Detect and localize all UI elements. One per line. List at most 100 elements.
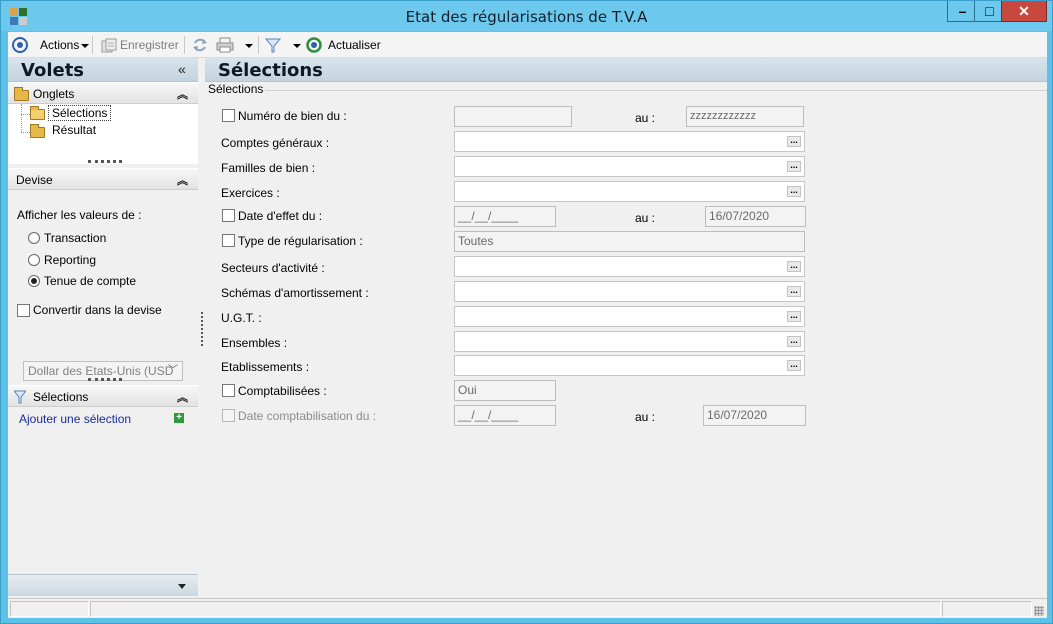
fiscal-years-input[interactable]: ... [454, 181, 805, 202]
fiscal-years-label: Exercices : [221, 186, 280, 200]
title-bar[interactable]: Etat des régularisations de T.V.A – □ ✕ [1, 1, 1052, 31]
activity-sectors-input[interactable]: ... [454, 256, 805, 277]
regularisation-type-select[interactable]: Toutes [454, 231, 805, 252]
collapse-section-icon[interactable]: ︽ [177, 86, 188, 102]
posting-date-to-input[interactable]: 16/07/2020 [703, 405, 806, 426]
tree-connector [21, 104, 22, 132]
panel-bottom-bar[interactable] [8, 574, 198, 596]
filter-dropdown-icon[interactable] [293, 44, 301, 48]
posted-select[interactable]: Oui [454, 380, 556, 401]
posting-date-from-input[interactable]: __/__/____ [454, 405, 556, 426]
minimize-icon: – [958, 3, 967, 19]
open-folder-icon [30, 106, 45, 120]
to-label: au : [635, 211, 656, 225]
currency-select-value: Dollar des Etats-Unis (USD [28, 364, 174, 378]
browse-button[interactable]: ... [787, 336, 801, 347]
group-label: Sélections [208, 82, 266, 96]
app-window: Etat des régularisations de T.V.A – □ ✕ … [0, 0, 1053, 624]
refresh-icon [306, 37, 322, 53]
radio-transaction[interactable] [28, 232, 40, 244]
browse-button[interactable]: ... [787, 311, 801, 322]
asset-number-checkbox[interactable] [222, 109, 235, 122]
activity-sectors-label: Secteurs d'activité : [221, 261, 325, 275]
main-panel: Sélections Sélections Numéro de bien du … [205, 58, 1047, 598]
print-dropdown-icon[interactable] [245, 44, 253, 48]
resize-grip[interactable] [88, 378, 122, 381]
maximize-icon: □ [985, 3, 994, 19]
add-icon[interactable]: + [174, 413, 184, 423]
convert-currency-checkbox[interactable] [17, 304, 30, 317]
establishments-input[interactable]: ... [454, 355, 805, 376]
sets-label: Ensembles : [221, 336, 288, 350]
close-icon: ✕ [1018, 3, 1030, 19]
browse-button[interactable]: ... [787, 261, 801, 272]
posting-date-checkbox[interactable] [222, 409, 235, 422]
client-area: Actions Enregistrer Actualiser Volets « … [8, 32, 1047, 618]
asset-number-to-input[interactable]: zzzzzzzzzzzz [686, 106, 804, 127]
resize-grip[interactable] [88, 160, 122, 163]
tree-connector [21, 132, 30, 133]
save-icon [101, 38, 117, 53]
ugt-label: U.G.T. : [221, 311, 262, 325]
panel-header: Volets « [8, 58, 198, 82]
radio-label: Tenue de compte [44, 274, 137, 288]
refresh-button[interactable]: Actualiser [328, 35, 381, 55]
chevron-down-icon[interactable] [178, 584, 186, 589]
depreciation-schemes-label: Schémas d'amortissement : [221, 286, 369, 300]
radio-label: Transaction [44, 231, 107, 245]
window-title: Etat des régularisations de T.V.A [405, 8, 648, 26]
print-icon[interactable] [216, 37, 234, 53]
asset-families-label: Familles de bien : [221, 161, 316, 175]
close-button[interactable]: ✕ [1001, 1, 1047, 22]
splitter-grip[interactable] [201, 312, 204, 346]
browse-button[interactable]: ... [787, 360, 801, 371]
save-button[interactable]: Enregistrer [120, 35, 179, 55]
asset-families-input[interactable]: ... [454, 156, 805, 177]
toolbar-separator [184, 36, 185, 54]
to-label: au : [635, 111, 656, 125]
tree-connector [21, 114, 30, 115]
browse-button[interactable]: ... [787, 136, 801, 147]
to-label: au : [635, 410, 656, 424]
collapse-section-icon[interactable]: ︽ [177, 389, 188, 405]
filter-icon [14, 390, 26, 404]
currency-section-header[interactable]: Devise ︽ [8, 168, 198, 190]
tabs-tree: Sélections Résultat [8, 104, 198, 164]
group-divider [263, 90, 1047, 91]
radio-tenue-de-compte[interactable] [28, 275, 40, 287]
effective-date-checkbox[interactable] [222, 209, 235, 222]
regularisation-type-checkbox[interactable] [222, 234, 235, 247]
tab-selections[interactable]: Sélections [48, 105, 112, 121]
status-cell [90, 601, 941, 617]
effective-date-from-input[interactable]: __/__/____ [454, 206, 556, 227]
add-selection-link[interactable]: Ajouter une sélection [19, 412, 131, 426]
actions-target-icon[interactable] [12, 37, 28, 53]
resize-grip-icon[interactable] [1034, 606, 1044, 616]
tabs-section-title: Onglets [33, 87, 75, 101]
status-cell [942, 601, 1032, 617]
asset-number-from-input[interactable] [454, 106, 572, 127]
selections-section-header[interactable]: Sélections ︽ [8, 385, 198, 407]
status-bar [8, 598, 1047, 618]
browse-button[interactable]: ... [787, 186, 801, 197]
general-accounts-input[interactable]: ... [454, 131, 805, 152]
regularisation-type-label: Type de régularisation : [238, 234, 363, 248]
side-panel: Volets « Onglets ︽ Sélections Résultat D… [8, 58, 198, 618]
collapse-section-icon[interactable]: ︽ [177, 172, 188, 188]
chevron-down-icon: ﹀ [168, 365, 178, 376]
ugt-input[interactable]: ... [454, 306, 805, 327]
sync-icon[interactable] [192, 37, 208, 53]
collapse-panel-icon[interactable]: « [178, 61, 186, 77]
browse-button[interactable]: ... [787, 161, 801, 172]
sets-input[interactable]: ... [454, 331, 805, 352]
actions-menu-button[interactable]: Actions [40, 35, 90, 55]
tabs-section-header[interactable]: Onglets ︽ [8, 82, 198, 104]
radio-reporting[interactable] [28, 254, 40, 266]
effective-date-to-input[interactable]: 16/07/2020 [705, 206, 806, 227]
browse-button[interactable]: ... [787, 286, 801, 297]
filter-icon[interactable] [265, 37, 281, 53]
tab-resultat[interactable]: Résultat [52, 123, 96, 137]
posted-checkbox[interactable] [222, 384, 235, 397]
depreciation-schemes-input[interactable]: ... [454, 281, 805, 302]
status-cell [10, 601, 89, 617]
